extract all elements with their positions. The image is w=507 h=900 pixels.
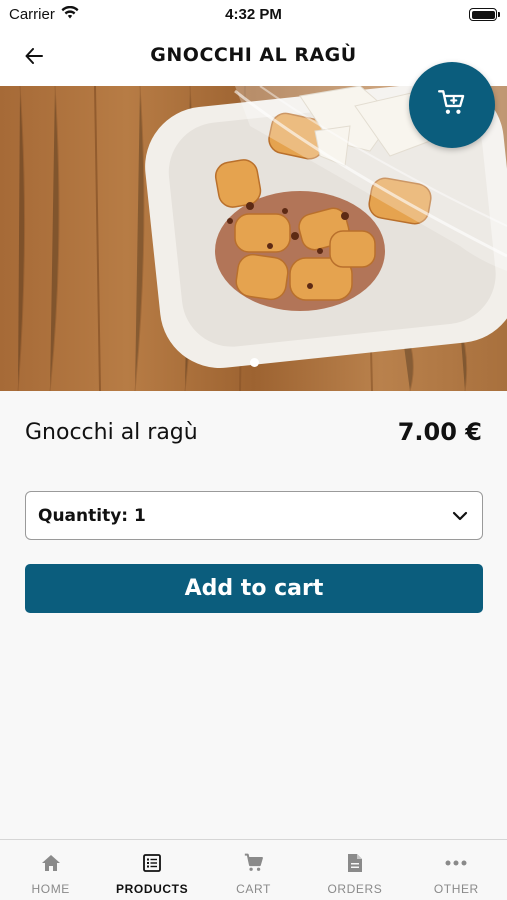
tab-home[interactable]: HOME — [0, 840, 101, 900]
quantity-dropdown[interactable]: Quantity: 1 — [25, 491, 483, 540]
more-dots-icon — [445, 852, 467, 874]
product-price: 7.00 € — [397, 418, 482, 446]
tab-products[interactable]: PRODUCTS — [101, 840, 202, 900]
status-bar: Carrier 4:32 PM — [0, 0, 507, 30]
cart-icon — [243, 852, 265, 874]
tab-label: OTHER — [433, 882, 479, 896]
tab-cart[interactable]: CART — [203, 840, 304, 900]
page-title: GNOCCHI AL RAGÙ — [150, 44, 357, 66]
tab-label: CART — [236, 882, 271, 896]
status-time: 4:32 PM — [225, 6, 282, 23]
tab-orders[interactable]: ORDERS — [304, 840, 405, 900]
chevron-down-icon — [452, 506, 468, 525]
carousel-page-indicator — [250, 358, 259, 367]
cart-fab-button[interactable] — [409, 62, 495, 148]
tab-label: ORDERS — [327, 882, 383, 896]
shopping-cart-icon — [438, 89, 466, 121]
battery-icon — [469, 8, 500, 21]
quantity-label: Quantity: 1 — [38, 505, 146, 526]
tab-label: PRODUCTS — [116, 882, 189, 896]
add-to-cart-button[interactable]: Add to cart — [25, 564, 483, 613]
tab-other[interactable]: OTHER — [406, 840, 507, 900]
list-icon — [141, 852, 163, 874]
home-icon — [40, 852, 62, 874]
product-name: Gnocchi al ragù — [25, 420, 198, 445]
tab-label: HOME — [31, 882, 70, 896]
document-icon — [344, 852, 366, 874]
bottom-tab-bar: HOME PRODUCTS CART ORDERS OTHER — [0, 839, 507, 900]
